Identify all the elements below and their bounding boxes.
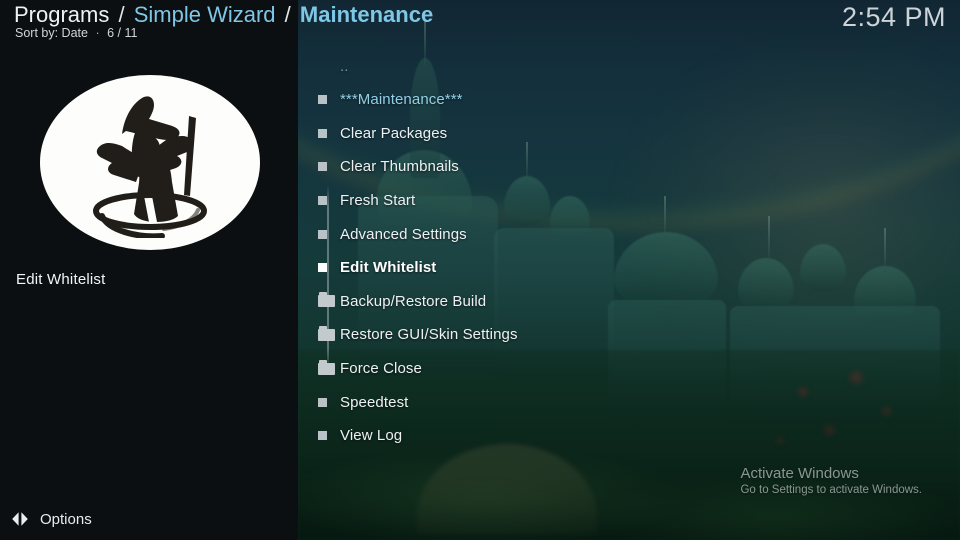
separator-dot: · [95,26,100,40]
list-item-label: Clear Thumbnails [340,158,459,176]
list-item-label: Restore GUI/Skin Settings [340,326,518,344]
file-icon [310,397,340,407]
bottom-bar: Options [0,498,298,540]
list-item-label: Edit Whitelist [340,259,437,277]
list-item-parent-directory[interactable]: .. [310,50,910,83]
folder-icon [310,292,340,308]
list-item-clear-packages[interactable]: Clear Packages [310,117,910,151]
list-item-label: ***Maintenance*** [340,91,463,109]
file-icon [310,128,340,138]
watermark-subtitle: Go to Settings to activate Windows. [740,484,922,496]
folder-icon [310,359,340,375]
breadcrumb-separator: / [118,2,125,27]
file-icon [310,263,340,273]
list-item-label: .. [340,58,349,75]
list-item-backup-restore-build[interactable]: Backup/Restore Build [310,285,910,319]
list-item-view-log[interactable]: View Log [310,419,910,453]
list-item-fresh-start[interactable]: Fresh Start [310,184,910,218]
list-item-label: Fresh Start [340,192,416,210]
list-item-restore-gui-skin-settings[interactable]: Restore GUI/Skin Settings [310,318,910,352]
list-item-label: Backup/Restore Build [340,292,487,310]
list-item-advanced-settings[interactable]: Advanced Settings [310,217,910,251]
breadcrumb-parent[interactable]: Simple Wizard [134,2,276,27]
file-icon [310,229,340,239]
selected-item-title: Edit Whitelist [16,271,106,288]
breadcrumb-separator: / [284,2,291,27]
simple-wizard-logo [40,75,260,250]
breadcrumb-current: Maintenance [299,2,434,27]
breadcrumb: Programs / Simple Wizard / Maintenance [14,2,433,28]
list-item-label: Speedtest [340,393,409,411]
folder-icon [310,325,340,341]
file-icon [310,162,340,172]
file-icon [310,431,340,441]
list-item-speedtest[interactable]: Speedtest [310,385,910,419]
kodi-window: Edit Whitelist Programs / Simple Wizard … [0,0,960,540]
header: Programs / Simple Wizard / Maintenance S… [0,0,960,44]
list-item-label: Clear Packages [340,124,448,142]
file-icon [310,95,340,105]
sort-label[interactable]: Sort by: Date [15,26,88,40]
sort-and-count-line: Sort by: Date · 6 / 11 [15,26,137,40]
clock: 2:54 PM [841,2,946,32]
sidebar: Edit Whitelist [0,0,298,540]
left-right-arrows-icon [8,507,32,531]
file-list[interactable]: .. ***Maintenance*** Clear Packages Clea… [310,50,910,453]
list-item-label: View Log [340,427,403,445]
list-item-force-close[interactable]: Force Close [310,352,910,386]
breadcrumb-root[interactable]: Programs [14,2,109,27]
list-item-label: Force Close [340,360,422,378]
list-item-label: Advanced Settings [340,225,467,243]
windows-activation-watermark: Activate Windows Go to Settings to activ… [740,464,922,498]
list-item-clear-thumbnails[interactable]: Clear Thumbnails [310,150,910,184]
item-position-count: 6 / 11 [107,26,138,40]
list-item-edit-whitelist[interactable]: Edit Whitelist [310,251,910,285]
list-item-maintenance-header[interactable]: ***Maintenance*** [310,83,910,117]
options-button-label[interactable]: Options [40,511,92,528]
watermark-title: Activate Windows [740,465,859,482]
file-icon [310,196,340,206]
